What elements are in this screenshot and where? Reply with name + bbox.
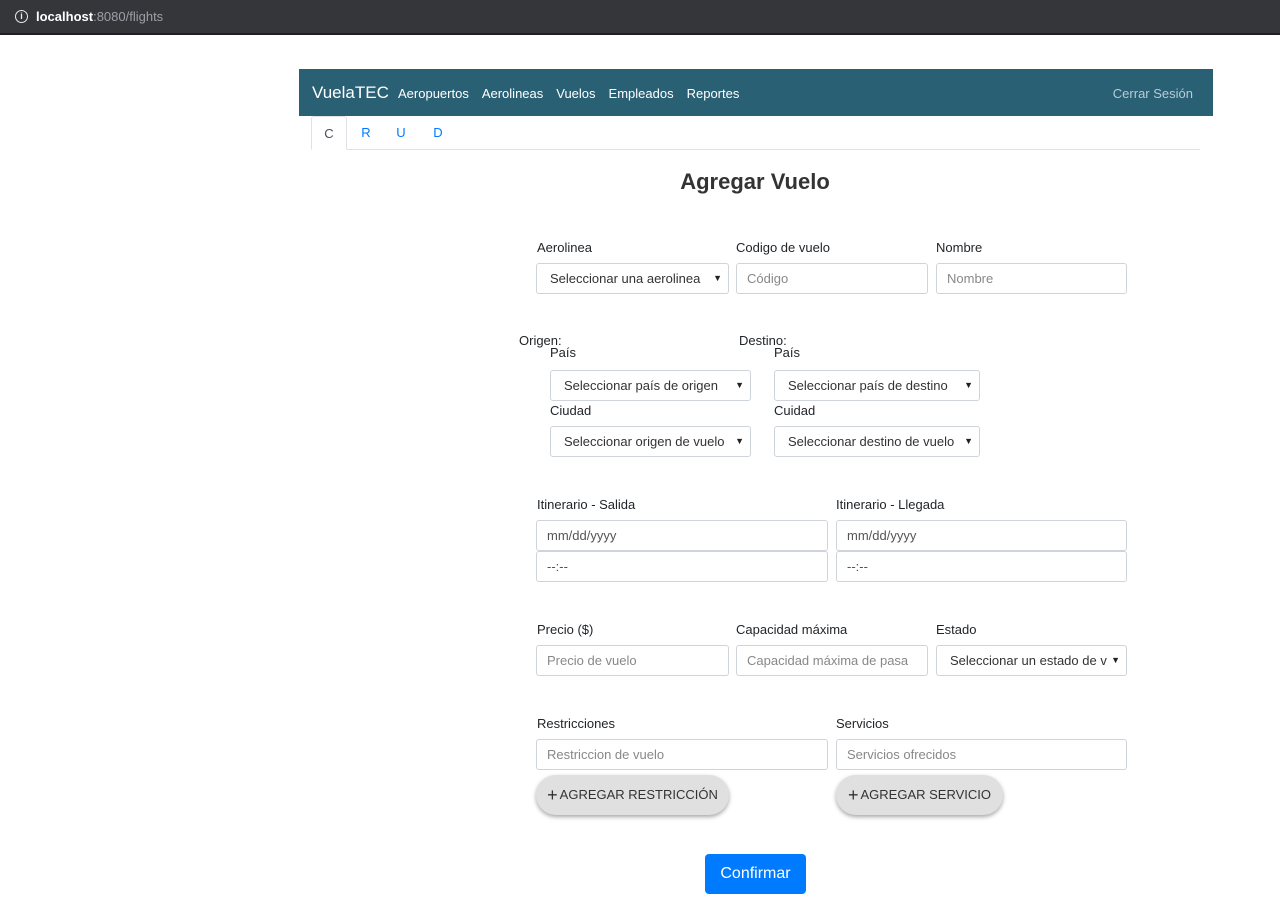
browser-address-bar[interactable]: i localhost:8080/flights xyxy=(0,0,1280,35)
origin-city-select[interactable]: Seleccionar origen de vuelo ▼ xyxy=(550,426,751,457)
name-input[interactable]: Nombre xyxy=(936,263,1127,294)
crud-tabs: C R U D xyxy=(311,116,1200,150)
arrival-label: Itinerario - Llegada xyxy=(836,497,945,512)
service-input[interactable]: Servicios ofrecidos xyxy=(836,739,1127,770)
departure-label: Itinerario - Salida xyxy=(537,497,636,512)
code-input[interactable]: Código xyxy=(736,263,928,294)
price-label: Precio ($) xyxy=(537,622,594,637)
add-service-label: AGREGAR SERVICIO xyxy=(860,787,992,802)
airline-select[interactable]: Seleccionar una aerolinea ▼ xyxy=(536,263,729,294)
nav-link-reportes[interactable]: Reportes xyxy=(687,86,740,101)
arrival-date-input[interactable]: mm/dd/yyyy xyxy=(836,520,1127,551)
tab-delete[interactable]: D xyxy=(429,116,447,150)
nav-link-vuelos[interactable]: Vuelos xyxy=(556,86,595,101)
top-navbar: VuelaTEC Aeropuertos Aerolineas Vuelos E… xyxy=(299,69,1213,116)
dropdown-arrow-icon: ▼ xyxy=(735,380,744,390)
nav-link-aeropuertos[interactable]: Aeropuertos xyxy=(398,86,469,101)
dropdown-arrow-icon: ▼ xyxy=(735,436,744,446)
capacity-label: Capacidad máxima xyxy=(736,622,848,637)
origin-country-value: Seleccionar país de origen xyxy=(564,378,718,393)
page-title: Agregar Vuelo xyxy=(680,169,830,194)
nav-link-aerolineas[interactable]: Aerolineas xyxy=(482,86,543,101)
url-text[interactable]: localhost:8080/flights xyxy=(36,9,163,24)
airline-label: Aerolinea xyxy=(537,240,592,255)
plus-icon: + xyxy=(847,785,859,805)
airline-select-value: Seleccionar una aerolinea xyxy=(550,271,701,286)
confirm-button[interactable]: Confirmar xyxy=(705,854,806,894)
url-path: :8080/flights xyxy=(93,9,164,24)
logout-link[interactable]: Cerrar Sesión xyxy=(1113,86,1193,101)
capacity-input[interactable]: Capacidad máxima de pasa xyxy=(736,645,928,676)
name-label: Nombre xyxy=(936,240,983,255)
origin-city-value: Seleccionar origen de vuelo xyxy=(564,434,725,449)
code-label: Codigo de vuelo xyxy=(736,240,830,255)
destination-country-select[interactable]: Seleccionar país de destino ▼ xyxy=(774,370,980,401)
nav-links: Aeropuertos Aerolineas Vuelos Empleados … xyxy=(398,86,739,101)
restriction-input[interactable]: Restriccion de vuelo xyxy=(536,739,828,770)
status-select-value: Seleccionar un estado de v xyxy=(950,653,1107,668)
dropdown-arrow-icon: ▼ xyxy=(964,380,973,390)
nav-link-empleados[interactable]: Empleados xyxy=(609,86,674,101)
status-select[interactable]: Seleccionar un estado de v ▼ xyxy=(936,645,1127,676)
info-icon[interactable]: i xyxy=(15,10,28,23)
departure-date-input[interactable]: mm/dd/yyyy xyxy=(536,520,828,551)
arrival-time-input[interactable]: --:-- xyxy=(836,551,1127,582)
destination-country-label: País xyxy=(774,345,801,360)
dropdown-arrow-icon: ▼ xyxy=(713,273,722,283)
dropdown-arrow-icon: ▼ xyxy=(1111,655,1120,665)
origin-city-label: Ciudad xyxy=(550,403,592,418)
add-restriction-button[interactable]: + AGREGAR RESTRICCIÓN xyxy=(536,775,729,815)
destination-country-value: Seleccionar país de destino xyxy=(788,378,948,393)
destination-city-value: Seleccionar destino de vuelo xyxy=(788,434,955,449)
add-service-button[interactable]: + AGREGAR SERVICIO xyxy=(836,775,1003,815)
destination-city-select[interactable]: Seleccionar destino de vuelo ▼ xyxy=(774,426,980,457)
origin-country-select[interactable]: Seleccionar país de origen ▼ xyxy=(550,370,751,401)
url-host: localhost xyxy=(36,9,94,24)
status-label: Estado xyxy=(936,622,977,637)
restrictions-label: Restricciones xyxy=(537,716,616,731)
tab-create[interactable]: C xyxy=(311,116,347,150)
plus-icon: + xyxy=(547,785,558,805)
price-input[interactable]: Precio de vuelo xyxy=(536,645,729,676)
brand-logo[interactable]: VuelaTEC xyxy=(312,83,389,103)
services-label: Servicios xyxy=(836,716,889,731)
tab-update[interactable]: U xyxy=(392,116,410,150)
origin-country-label: País xyxy=(550,345,577,360)
dropdown-arrow-icon: ▼ xyxy=(964,436,973,446)
tab-read[interactable]: R xyxy=(357,116,375,150)
add-restriction-label: AGREGAR RESTRICCIÓN xyxy=(559,787,718,802)
departure-time-input[interactable]: --:-- xyxy=(536,551,828,582)
destination-city-label: Cuidad xyxy=(774,403,816,418)
